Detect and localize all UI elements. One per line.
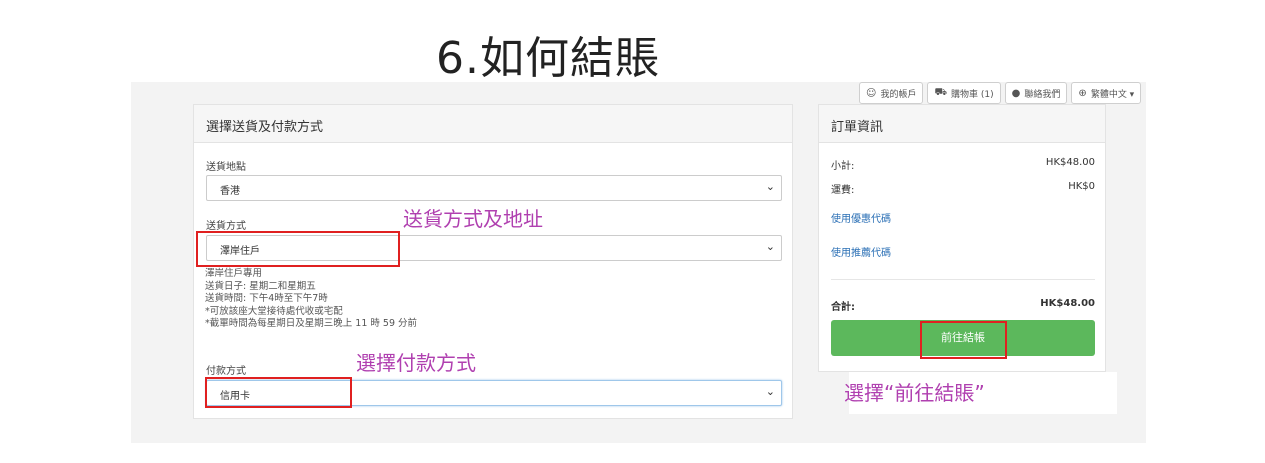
chevron-down-icon: ⌄ bbox=[765, 180, 775, 193]
checkout-highlight bbox=[920, 321, 1007, 359]
note-line: *可放該座大堂接待處代收或宅配 bbox=[205, 305, 343, 317]
note-line: *截單時間為每星期日及星期三晚上 11 時 59 分前 bbox=[205, 318, 418, 329]
note-line: 澤岸住戶專用 bbox=[205, 268, 263, 279]
shipping-fee-value: HK$0 bbox=[1068, 181, 1095, 192]
language-label: 繁體中文 ▾ bbox=[1090, 89, 1135, 100]
top-navigation: ☺ 我的帳戶 ⛟ 購物車 (1) ● 聯絡我們 ⊕ 繁體中文 ▾ bbox=[859, 82, 1142, 104]
shipping-annotation: 送貨方式及地址 bbox=[403, 207, 543, 231]
globe-icon: ⊕ bbox=[1078, 87, 1087, 99]
shipping-fee-row: 運費: HK$0 bbox=[831, 181, 1095, 196]
subtotal-row: 小計: HK$48.00 bbox=[831, 157, 1095, 172]
chevron-down-icon: ⌄ bbox=[765, 385, 775, 398]
cart-button[interactable]: ⛟ 購物車 (1) bbox=[927, 82, 1001, 104]
payment-label: 付款方式 bbox=[206, 366, 246, 377]
user-icon: ☺ bbox=[866, 87, 877, 99]
checkout-annotation: 選擇“前往結賬” bbox=[844, 381, 985, 405]
payment-method-highlight bbox=[205, 377, 352, 408]
shipping-method-highlight bbox=[196, 231, 400, 267]
contact-us-button[interactable]: ● 聯絡我們 bbox=[1004, 82, 1068, 104]
cart-label: 購物車 (1) bbox=[951, 89, 994, 100]
method-label: 送貨方式 bbox=[206, 221, 246, 232]
chevron-down-icon: ⌄ bbox=[765, 240, 775, 253]
payment-annotation: 選擇付款方式 bbox=[356, 351, 476, 375]
location-value: 香港 bbox=[220, 186, 240, 197]
coupon-code-link[interactable]: 使用優惠代碼 bbox=[831, 210, 891, 225]
shipping-notes: 澤岸住戶專用 送貨日子: 星期二和星期五 送貨時間: 下午4時至下午7時 *可放… bbox=[205, 268, 417, 331]
note-line: 送貨時間: 下午4時至下午7時 bbox=[205, 293, 328, 304]
shipping-fee-label: 運費: bbox=[831, 185, 855, 196]
subtotal-label: 小計: bbox=[831, 161, 855, 172]
language-selector[interactable]: ⊕ 繁體中文 ▾ bbox=[1071, 82, 1142, 104]
contact-us-label: 聯絡我們 bbox=[1024, 89, 1061, 100]
total-value: HK$48.00 bbox=[1040, 298, 1095, 309]
cart-icon: ⛟ bbox=[934, 86, 948, 98]
referral-code-link[interactable]: 使用推薦代碼 bbox=[831, 244, 891, 259]
total-label: 合計: bbox=[831, 302, 855, 313]
slide-title: 6.如何結賬 bbox=[436, 33, 660, 84]
subtotal-value: HK$48.00 bbox=[1045, 157, 1095, 168]
my-account-label: 我的帳戶 bbox=[880, 89, 917, 100]
note-line: 送貨日子: 星期二和星期五 bbox=[205, 280, 316, 292]
chat-icon: ● bbox=[1011, 87, 1021, 99]
my-account-button[interactable]: ☺ 我的帳戶 bbox=[859, 82, 924, 104]
divider bbox=[831, 279, 1095, 280]
tutorial-slide: 6.如何結賬 ☺ 我的帳戶 ⛟ 購物車 (1) ● 聯絡我們 ⊕ 繁體中文 ▾ … bbox=[0, 0, 1265, 463]
total-row: 合計: HK$48.00 bbox=[831, 298, 1095, 313]
order-panel-title: 訂單資訊 bbox=[819, 105, 1105, 143]
shipping-panel-title: 選擇送貨及付款方式 bbox=[194, 105, 792, 143]
location-label: 送貨地點 bbox=[206, 162, 246, 173]
location-select[interactable]: 香港 ⌄ bbox=[206, 175, 782, 201]
